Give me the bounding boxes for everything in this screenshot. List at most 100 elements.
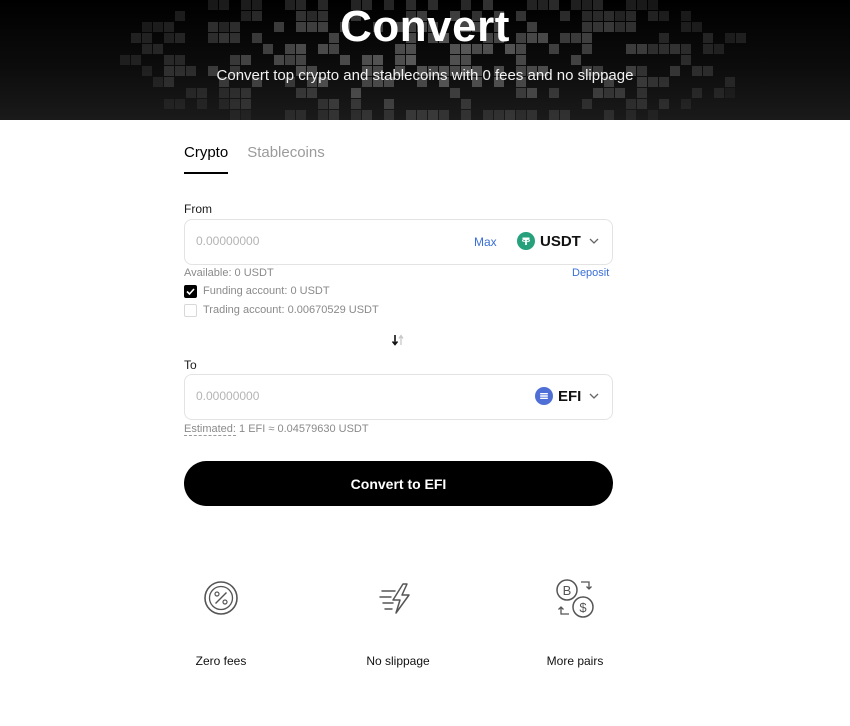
hero-pattern-block <box>175 55 185 65</box>
hero-pattern-block <box>516 55 526 65</box>
hero-pattern-block <box>230 99 240 109</box>
to-coin-selector[interactable]: EFI <box>535 387 599 405</box>
hero-pattern-block <box>461 110 471 120</box>
hero-pattern-block <box>516 88 526 98</box>
trading-account-label: Trading account: 0.00670529 USDT <box>203 304 379 316</box>
to-coin-name: EFI <box>558 387 582 405</box>
to-field: EFI <box>184 374 613 420</box>
to-label: To <box>184 358 197 372</box>
hero-pattern-block <box>450 55 460 65</box>
from-field: Max USDT <box>184 219 613 265</box>
hero-pattern-block <box>461 99 471 109</box>
hero-pattern-block <box>285 110 295 120</box>
feature-label: No slippage <box>366 654 430 668</box>
hero-pattern-block <box>351 110 361 120</box>
hero-pattern-block <box>318 110 328 120</box>
coin-exchange-icon: B $ <box>556 579 594 618</box>
hero-pattern-block <box>406 55 416 65</box>
tab-stablecoins[interactable]: Stablecoins <box>247 144 325 174</box>
efi-coin-icon <box>535 387 553 405</box>
feature-label: More pairs <box>546 654 604 668</box>
hero-pattern-block <box>637 88 647 98</box>
hero-pattern-block <box>439 110 449 120</box>
hero-pattern-block <box>527 88 537 98</box>
hero-pattern-block <box>406 110 416 120</box>
hero-pattern-block <box>615 88 625 98</box>
hero-pattern-block <box>197 99 207 109</box>
hero-pattern-block <box>725 88 735 98</box>
hero-pattern-block <box>626 99 636 109</box>
hero-pattern-block <box>296 55 306 65</box>
estimated-label[interactable]: Estimated: <box>184 423 236 436</box>
hero-pattern-block <box>604 88 614 98</box>
checkmark-icon <box>186 288 195 296</box>
feature-no-slippage: No slippage <box>328 576 468 668</box>
from-label: From <box>184 202 212 216</box>
hero-pattern-block <box>395 55 405 65</box>
deposit-link[interactable]: Deposit <box>572 267 609 279</box>
convert-button[interactable]: Convert to EFI <box>184 461 613 506</box>
hero-pattern-block <box>230 55 240 65</box>
hero-pattern-block <box>164 99 174 109</box>
hero-pattern-block <box>230 88 240 98</box>
percent-badge-icon <box>204 581 238 615</box>
from-coin-selector[interactable]: USDT <box>517 232 599 250</box>
hero-pattern-block <box>164 55 174 65</box>
hero-pattern-block <box>296 88 306 98</box>
chevron-down-icon <box>589 393 599 399</box>
hero-pattern-block <box>505 110 515 120</box>
chevron-down-icon <box>589 238 599 244</box>
hero-pattern-block <box>175 99 185 109</box>
hero-pattern-block <box>516 110 526 120</box>
tab-crypto[interactable]: Crypto <box>184 144 229 174</box>
hero-pattern-block <box>560 110 570 120</box>
from-coin-name: USDT <box>540 232 581 250</box>
hero-pattern-block <box>582 99 592 109</box>
hero-pattern-block <box>351 88 361 98</box>
estimated-rate: Estimated: 1 EFI ≈ 0.04579630 USDT <box>184 423 369 436</box>
hero-pattern-block <box>692 88 702 98</box>
hero-pattern-block <box>241 55 251 65</box>
max-button[interactable]: Max <box>474 235 497 249</box>
hero-pattern-block <box>384 99 394 109</box>
asset-tabs: Crypto Stablecoins <box>184 144 325 174</box>
hero-pattern-block <box>340 55 350 65</box>
hero-pattern-block <box>329 110 339 120</box>
funding-account-label: Funding account: 0 USDT <box>203 285 330 297</box>
hero-pattern-block <box>549 88 559 98</box>
feature-zero-fees: Zero fees <box>151 576 291 668</box>
svg-text:B: B <box>563 583 572 598</box>
swap-direction-button[interactable] <box>390 333 406 352</box>
hero-pattern-block <box>648 110 658 120</box>
hero-pattern-block <box>241 110 251 120</box>
hero-pattern-block <box>714 88 724 98</box>
hero-pattern-block <box>626 110 636 120</box>
available-balance: Available: 0 USDT <box>184 267 274 279</box>
hero-pattern-block <box>417 110 427 120</box>
hero-pattern-block <box>318 99 328 109</box>
hero-banner: Convert Convert top crypto and stablecoi… <box>0 0 850 120</box>
hero-pattern-block <box>450 88 460 98</box>
hero-pattern-block <box>296 110 306 120</box>
trading-account-checkbox[interactable] <box>184 304 197 317</box>
hero-pattern-block <box>274 55 284 65</box>
to-amount-input[interactable] <box>196 389 436 403</box>
hero-pattern-block <box>219 88 229 98</box>
hero-pattern-block <box>681 55 691 65</box>
hero-pattern-block <box>219 99 229 109</box>
hero-pattern-block <box>241 99 251 109</box>
page-title: Convert <box>340 2 510 51</box>
hero-pattern-block <box>461 55 471 65</box>
hero-pattern-block <box>285 55 295 65</box>
hero-pattern-block <box>241 88 251 98</box>
from-amount-input[interactable] <box>196 234 436 248</box>
svg-text:$: $ <box>579 600 587 615</box>
hero-pattern-block <box>230 110 240 120</box>
hero-pattern-block <box>637 99 647 109</box>
hero-pattern-block <box>362 55 372 65</box>
funding-account-checkbox[interactable] <box>184 285 197 298</box>
hero-pattern-block <box>604 110 614 120</box>
hero-pattern-block <box>494 110 504 120</box>
feature-more-pairs: B $ More pairs <box>505 576 645 668</box>
usdt-coin-icon <box>517 232 535 250</box>
